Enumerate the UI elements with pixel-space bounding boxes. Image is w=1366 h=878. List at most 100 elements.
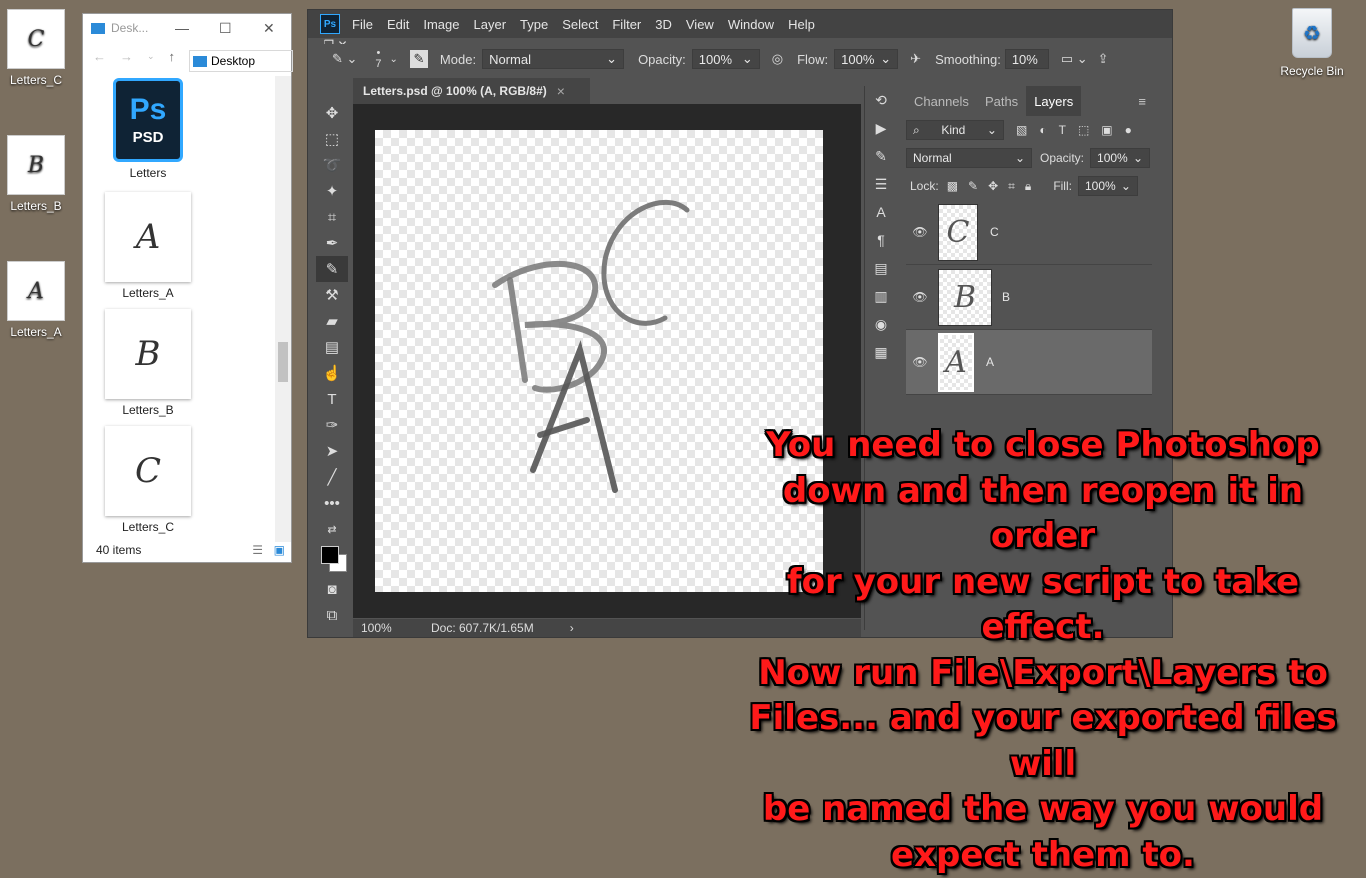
menu-file[interactable]: File: [352, 17, 373, 32]
eraser-tool-icon[interactable]: ▰: [316, 308, 348, 334]
paragraph-panel-icon[interactable]: ¶: [865, 226, 897, 254]
visibility-eye-icon[interactable]: 👁︎: [906, 225, 934, 239]
line-tool-icon[interactable]: ╱: [316, 464, 348, 490]
brush-panel-icon[interactable]: ✎: [410, 50, 428, 68]
properties-panel-icon[interactable]: ▤: [865, 254, 897, 282]
menu-filter[interactable]: Filter: [612, 17, 641, 32]
lock-artboard-icon[interactable]: ⌗: [1008, 179, 1015, 194]
brush-tool-icon[interactable]: ✎ ⌄: [332, 51, 357, 67]
file-item-letters-b[interactable]: B Letters_B: [103, 309, 193, 417]
desktop-icon-letters-b[interactable]: B Letters_B: [0, 135, 72, 213]
large-icons-view-icon[interactable]: ▣: [274, 543, 285, 557]
back-arrow-icon[interactable]: ←: [93, 49, 106, 64]
smudge-tool-icon[interactable]: ☝: [316, 360, 348, 386]
file-item-letters-c[interactable]: C Letters_C: [103, 426, 193, 534]
brush-size-picker[interactable]: • 7: [375, 48, 381, 70]
maximize-button[interactable]: ☐: [219, 20, 232, 37]
opacity-field[interactable]: 100%⌄: [692, 49, 760, 69]
up-arrow-icon[interactable]: ↑: [169, 49, 176, 64]
panel-menu-icon[interactable]: ≡: [1130, 94, 1154, 109]
share-icon[interactable]: ⇪: [1098, 51, 1109, 67]
lasso-tool-icon[interactable]: ➰: [316, 152, 348, 178]
close-icon[interactable]: ×: [557, 83, 565, 99]
notes-panel-icon[interactable]: ▥: [865, 282, 897, 310]
path-selection-tool-icon[interactable]: ➤: [316, 438, 348, 464]
file-item-letters-psd[interactable]: Ps PSD Letters: [103, 78, 193, 180]
filter-shape-icon[interactable]: ⬚: [1078, 123, 1089, 137]
clone-stamp-tool-icon[interactable]: ⚒: [316, 282, 348, 308]
move-tool-icon[interactable]: ✥: [316, 100, 348, 126]
chevron-down-icon[interactable]: ⌄: [390, 54, 398, 65]
flow-field[interactable]: 100%⌄: [834, 49, 898, 69]
marquee-tool-icon[interactable]: ⬚: [316, 126, 348, 152]
vertical-scrollbar[interactable]: [275, 76, 291, 542]
visibility-eye-icon[interactable]: 👁︎: [906, 355, 934, 369]
filter-type-icon[interactable]: T: [1059, 123, 1066, 137]
filter-kind-dropdown[interactable]: ⌕ Kind ⌄: [906, 120, 1004, 140]
chevron-down-icon[interactable]: ⌄: [147, 51, 155, 62]
menu-select[interactable]: Select: [562, 17, 598, 32]
menu-image[interactable]: Image: [423, 17, 459, 32]
magic-wand-tool-icon[interactable]: ✦: [316, 178, 348, 204]
filter-toggle-icon[interactable]: ●: [1125, 123, 1132, 137]
menu-view[interactable]: View: [686, 17, 714, 32]
desktop-icon-recycle-bin[interactable]: ♻ Recycle Bin: [1272, 8, 1352, 78]
eyedropper-tool-icon[interactable]: ✒: [316, 230, 348, 256]
desktop-icon-letters-a[interactable]: A Letters_A: [0, 261, 72, 339]
gradient-tool-icon[interactable]: ▤: [316, 334, 348, 360]
menu-layer[interactable]: Layer: [474, 17, 507, 32]
lock-position-icon[interactable]: ✥: [988, 179, 998, 193]
swap-colors-icon[interactable]: ⇄: [316, 516, 348, 542]
type-tool-icon[interactable]: T: [316, 386, 348, 412]
layer-row-b[interactable]: 👁︎ B B: [906, 265, 1152, 330]
foreground-color-swatch[interactable]: [321, 546, 339, 564]
brush-tool-icon[interactable]: ✎: [316, 256, 348, 282]
layer-opacity-field[interactable]: 100%⌄: [1090, 148, 1150, 168]
mode-dropdown[interactable]: Normal⌄: [482, 49, 624, 69]
menu-help[interactable]: Help: [788, 17, 815, 32]
forward-arrow-icon[interactable]: →: [120, 49, 133, 64]
tab-paths[interactable]: Paths: [977, 94, 1026, 109]
color-swatches[interactable]: [316, 542, 348, 576]
smoothing-field[interactable]: 10%: [1005, 49, 1049, 69]
smoothing-settings-icon[interactable]: ▭ ⌄: [1061, 51, 1088, 67]
history-panel-icon[interactable]: ⟲: [865, 86, 897, 114]
zoom-level[interactable]: 100%: [361, 621, 423, 635]
menu-type[interactable]: Type: [520, 17, 548, 32]
lock-all-icon[interactable]: 🔒︎: [1025, 179, 1031, 194]
menu-window[interactable]: Window: [728, 17, 774, 32]
lock-pixels-icon[interactable]: ✎: [968, 179, 978, 193]
visibility-eye-icon[interactable]: 👁︎: [906, 290, 934, 304]
adjustments-icon[interactable]: ☰: [865, 170, 897, 198]
pressure-opacity-icon[interactable]: ◎: [772, 51, 783, 67]
actions-panel-icon[interactable]: ▶: [865, 114, 897, 142]
menu-3d[interactable]: 3D: [655, 17, 672, 32]
document-tab[interactable]: Letters.psd @ 100% (A, RGB/8#) ×: [353, 78, 590, 104]
blend-mode-dropdown[interactable]: Normal ⌄: [906, 148, 1032, 168]
quick-mask-icon[interactable]: ◙: [316, 576, 348, 602]
pen-tool-icon[interactable]: ✑: [316, 412, 348, 438]
tab-layers[interactable]: Layers: [1026, 86, 1081, 116]
character-panel-icon[interactable]: A: [865, 198, 897, 226]
lock-transparent-icon[interactable]: ▩: [947, 179, 958, 193]
minimize-button[interactable]: —: [175, 20, 189, 36]
fill-field[interactable]: 100%⌄: [1078, 176, 1138, 196]
filter-pixel-icon[interactable]: ▧: [1016, 123, 1027, 137]
address-bar[interactable]: Desktop: [189, 50, 293, 72]
filter-smart-object-icon[interactable]: ▣: [1101, 123, 1112, 137]
filter-adjustment-icon[interactable]: ◐: [1039, 123, 1046, 137]
airbrush-icon[interactable]: ✈: [910, 51, 921, 67]
scrollbar-thumb[interactable]: [278, 342, 288, 382]
grid-panel-icon[interactable]: ▦: [865, 338, 897, 366]
screen-mode-icon[interactable]: ⧉: [316, 602, 348, 628]
chevron-right-icon[interactable]: ›: [570, 621, 574, 635]
file-item-letters-a[interactable]: A Letters_A: [103, 192, 193, 300]
tab-channels[interactable]: Channels: [906, 94, 977, 109]
close-button[interactable]: ✕: [263, 20, 275, 37]
layer-row-c[interactable]: 👁︎ C C: [906, 200, 1152, 265]
layer-row-a[interactable]: 👁︎ A A: [906, 330, 1152, 395]
details-view-icon[interactable]: ☰: [252, 543, 263, 557]
3d-panel-icon[interactable]: ◉: [865, 310, 897, 338]
menu-edit[interactable]: Edit: [387, 17, 409, 32]
desktop-icon-letters-c[interactable]: C Letters_C: [0, 9, 72, 87]
